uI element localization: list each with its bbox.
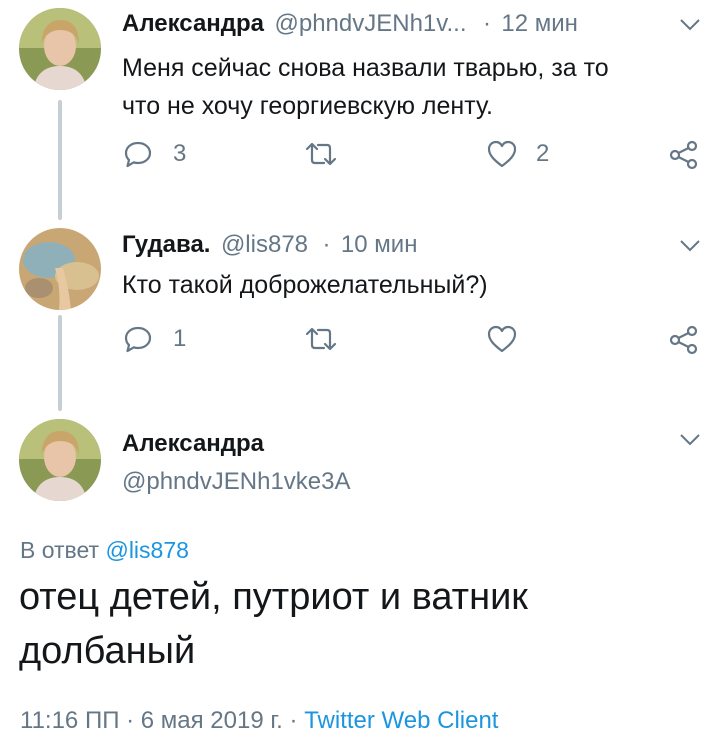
retweet-icon — [305, 327, 337, 351]
reply-icon — [124, 141, 152, 168]
like-button[interactable]: 2 — [486, 139, 549, 169]
tweet-meta: 11:16 ПП · 6 мая 2019 г. · Twitter Web C… — [20, 707, 498, 735]
retweet-button[interactable] — [304, 139, 338, 169]
tweet-text-line: что не хочу георгиевскую ленту. — [122, 92, 493, 120]
thread-line — [58, 100, 62, 220]
reply-prefix: В ответ — [20, 537, 100, 563]
share-button[interactable] — [668, 324, 700, 356]
reply-button[interactable]: 1 — [123, 324, 186, 354]
chevron-down-icon[interactable] — [679, 239, 701, 253]
reply-count: 1 — [173, 325, 187, 352]
main-tweet-text: отец детей, путриот и ватник долбаный — [19, 570, 528, 678]
tweet-time[interactable]: 12 мин — [501, 10, 578, 37]
tweet-text-line: Кто такой доброжелательный?) — [122, 271, 488, 299]
main-tweet-text-line: долбаный — [19, 630, 196, 672]
display-name[interactable]: Гудава. — [122, 231, 210, 258]
retweet-button[interactable] — [304, 324, 338, 354]
reply-context: В ответ @lis878 — [20, 537, 189, 564]
main-tweet-text-line: отец детей, путриот и ватник — [19, 576, 528, 618]
chevron-down-icon[interactable] — [679, 433, 701, 447]
share-icon — [669, 325, 698, 355]
thread-line — [58, 315, 62, 411]
reply-count: 3 — [173, 140, 187, 167]
display-name[interactable]: Александра — [122, 10, 264, 37]
like-icon — [487, 325, 517, 353]
like-count: 2 — [536, 140, 550, 167]
tweet-text: Кто такой доброжелательный?) — [122, 266, 488, 304]
avatar[interactable] — [19, 8, 101, 90]
avatar[interactable] — [19, 419, 101, 501]
display-name[interactable]: Александра — [122, 430, 264, 458]
separator-dot: · — [322, 231, 331, 258]
like-button[interactable] — [486, 324, 518, 354]
like-icon — [487, 140, 517, 168]
user-handle[interactable]: @phndvJENh1v... — [274, 10, 466, 37]
user-handle[interactable]: @phndvJENh1vke3A — [122, 468, 351, 496]
client-link[interactable]: Twitter Web Client — [304, 707, 498, 734]
user-handle[interactable]: @lis878 — [221, 231, 308, 258]
tweet-time[interactable]: 10 мин — [341, 231, 418, 258]
reply-button[interactable]: 3 — [123, 139, 186, 169]
tweet-text-line: Меня сейчас снова назвали тварью, за то — [122, 54, 609, 82]
reply-to-link[interactable]: @lis878 — [105, 537, 188, 563]
share-icon — [669, 140, 698, 170]
avatar[interactable] — [19, 228, 101, 310]
retweet-icon — [305, 142, 337, 166]
reply-icon — [124, 326, 152, 353]
share-button[interactable] — [668, 139, 700, 171]
tweet-text: Меня сейчас снова назвали тварью, за то … — [122, 49, 609, 125]
separator-dot: · — [482, 10, 491, 37]
chevron-down-icon[interactable] — [679, 18, 701, 32]
timestamp[interactable]: 11:16 ПП · 6 мая 2019 г. · — [20, 707, 304, 734]
